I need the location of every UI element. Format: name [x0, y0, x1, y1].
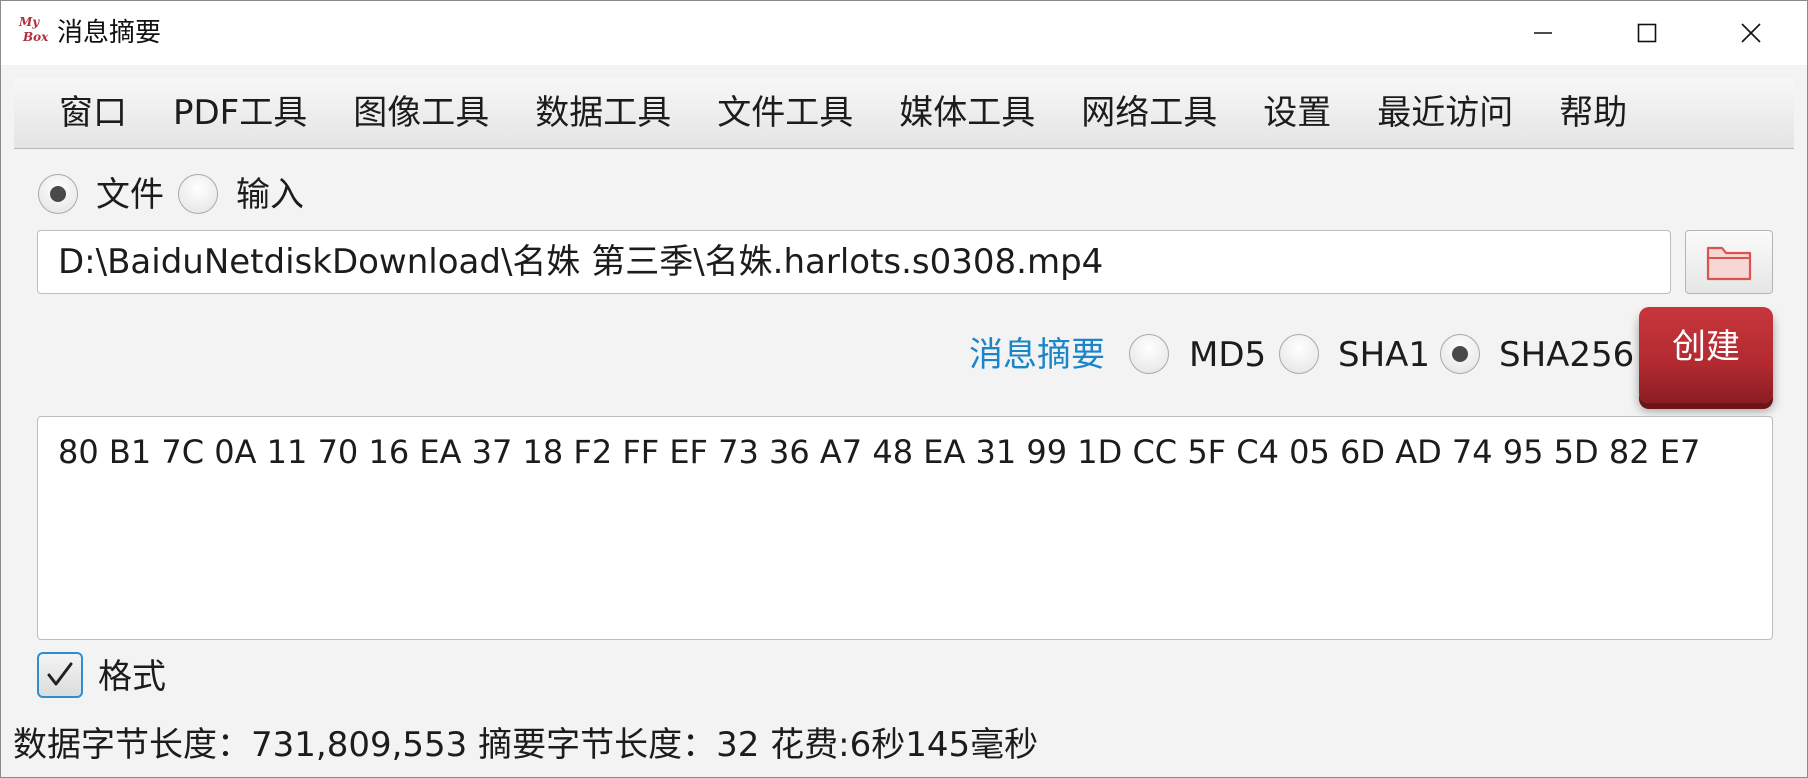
menu-media-tools[interactable]: 媒体工具 [876, 91, 1058, 135]
radio-file-label[interactable]: 文件 [96, 173, 164, 217]
app-logo-line2: Box [23, 30, 49, 44]
radio-sha256-label[interactable]: SHA256 [1499, 333, 1634, 377]
menu-data-tools[interactable]: 数据工具 [512, 91, 694, 135]
checkmark-icon [47, 662, 73, 686]
radio-file[interactable] [38, 174, 78, 214]
file-path-input[interactable]: D:\BaiduNetdiskDownload\名姝 第三季\名姝.harlot… [37, 230, 1671, 294]
radio-md5-label[interactable]: MD5 [1189, 333, 1266, 377]
format-checkbox-label[interactable]: 格式 [98, 655, 166, 699]
select-file-button[interactable] [1685, 230, 1773, 294]
create-button[interactable]: 创建 [1639, 307, 1773, 403]
app-logo-line1: My [19, 15, 40, 29]
menu-file-tools[interactable]: 文件工具 [694, 91, 876, 135]
maximize-button[interactable] [1595, 1, 1699, 65]
title-bar: My Box 消息摘要 [1, 1, 1807, 65]
radio-md5[interactable] [1129, 334, 1169, 374]
menu-recent[interactable]: 最近访问 [1354, 91, 1536, 135]
maximize-icon [1637, 23, 1657, 43]
app-logo: My Box [19, 15, 51, 51]
menu-pdf-tools[interactable]: PDF工具 [150, 91, 330, 135]
status-text: 数据字节长度：731,809,553 摘要字节长度：32 花费:6秒145毫秒 [13, 725, 1039, 765]
menu-window[interactable]: 窗口 [36, 91, 150, 135]
radio-sha256[interactable] [1440, 334, 1480, 374]
menu-settings[interactable]: 设置 [1240, 91, 1354, 135]
digest-link[interactable]: 消息摘要 [969, 333, 1105, 377]
radio-input[interactable] [178, 174, 218, 214]
folder-open-icon [1706, 246, 1752, 281]
menu-network-tools[interactable]: 网络工具 [1058, 91, 1240, 135]
minimize-icon [1534, 32, 1552, 34]
format-checkbox[interactable] [37, 652, 83, 698]
radio-sha1[interactable] [1279, 334, 1319, 374]
close-icon [1741, 23, 1761, 43]
menu-image-tools[interactable]: 图像工具 [330, 91, 512, 135]
minimize-button[interactable] [1491, 1, 1595, 65]
app-window: My Box 消息摘要 窗口 PDF工具 图像工具 数据工具 文件工具 媒体工具 [0, 0, 1808, 778]
window-title: 消息摘要 [57, 18, 162, 48]
digest-result-textarea[interactable]: 80 B1 7C 0A 11 70 16 EA 37 18 F2 FF EF 7… [37, 416, 1773, 640]
radio-input-label[interactable]: 输入 [236, 173, 304, 217]
menu-help[interactable]: 帮助 [1536, 91, 1650, 135]
menu-bar: 窗口 PDF工具 图像工具 数据工具 文件工具 媒体工具 网络工具 设置 最近访… [14, 78, 1794, 149]
close-button[interactable] [1699, 1, 1803, 65]
radio-sha1-label[interactable]: SHA1 [1338, 333, 1430, 377]
